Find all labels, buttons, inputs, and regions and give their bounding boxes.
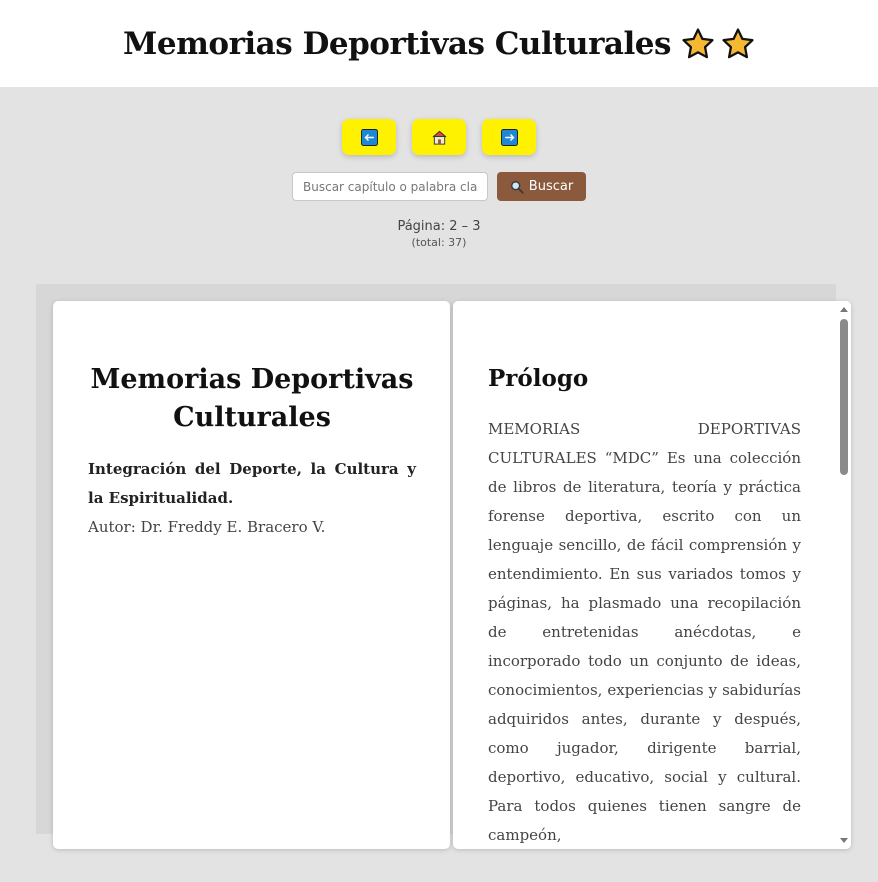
right-page[interactable]: Prólogo MEMORIAS DEPORTIVAS CULTURALES “… [453, 301, 851, 849]
site-title: Memorias Deportivas Culturales [123, 25, 671, 62]
page-indicator: Página: 2 – 3 (total: 37) [0, 219, 878, 249]
page-scrollbar[interactable] [837, 301, 851, 849]
search-input[interactable] [292, 172, 488, 201]
book-title: Memorias Deportivas Culturales [90, 364, 414, 433]
search-button-label: Buscar [528, 179, 574, 194]
scroll-down-arrow-icon[interactable] [840, 838, 848, 843]
book-author: Autor: Dr. Freddy E. Bracero V. [88, 518, 326, 536]
right-arrow-icon [500, 128, 518, 146]
star-group [681, 27, 755, 61]
book-subtitle: Integración del Deporte, la Cultura y la… [88, 460, 416, 507]
page-navigation [0, 119, 878, 155]
prologue-text: MEMORIAS DEPORTIVAS CULTURALES “MDC” Es … [488, 420, 801, 844]
site-header: Memorias Deportivas Culturales [0, 0, 878, 87]
star-icon [682, 27, 714, 58]
star-icon [722, 27, 754, 58]
previous-page-button[interactable] [342, 119, 396, 155]
total-pages: (total: 37) [411, 236, 467, 249]
scroll-thumb[interactable] [840, 319, 848, 475]
magnifier-icon [510, 180, 524, 194]
left-arrow-icon [360, 128, 378, 146]
scroll-up-arrow-icon[interactable] [840, 307, 848, 312]
search-bar: Buscar [0, 172, 878, 201]
search-button[interactable]: Buscar [497, 172, 586, 201]
house-icon [432, 130, 446, 145]
next-page-button[interactable] [482, 119, 536, 155]
prologue-title: Prólogo [488, 365, 589, 392]
left-page: Memorias Deportivas Culturales Integraci… [53, 301, 450, 849]
home-button[interactable] [412, 119, 466, 155]
current-pages: Página: 2 – 3 [397, 219, 481, 234]
